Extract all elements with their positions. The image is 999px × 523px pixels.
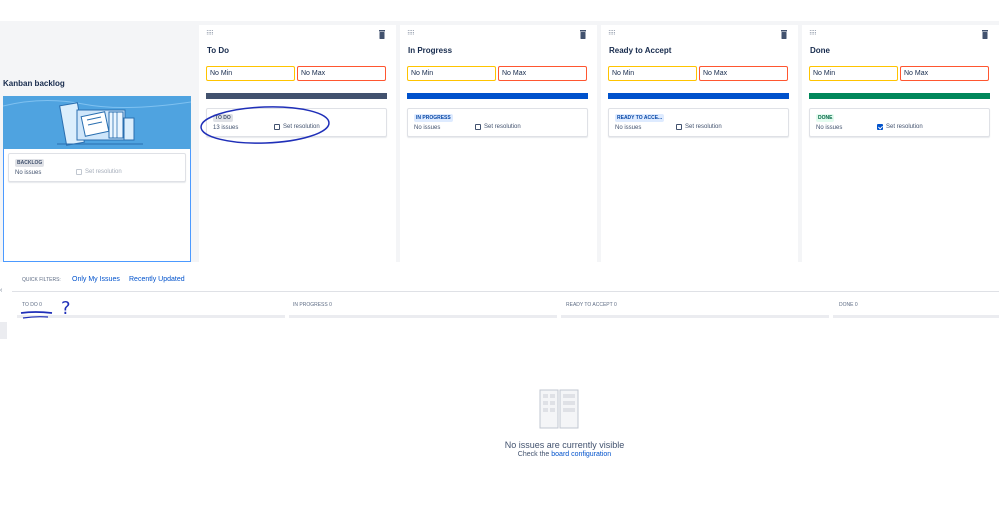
resolution-label: Set resolution: [685, 124, 722, 130]
resolution-checkbox[interactable]: [274, 124, 280, 130]
resolution-checkbox[interactable]: [877, 124, 883, 130]
chevron-left-icon[interactable]: ‹: [0, 287, 2, 294]
status-card-done[interactable]: DONE No issues Set resolution: [809, 108, 990, 137]
drag-handle-icon[interactable]: ⠿⠿: [809, 30, 817, 37]
status-lozenge: TO DO: [213, 114, 233, 122]
max-limit-field[interactable]: No Max: [699, 66, 788, 81]
backlog-issues-count: No issues: [15, 170, 42, 176]
column-title: Done: [810, 46, 830, 55]
status-lozenge: READY TO ACCE...: [615, 114, 665, 122]
status-color-bar: [407, 93, 588, 99]
column-underline: [561, 315, 829, 318]
drag-handle-icon[interactable]: ⠿⠿: [407, 30, 415, 37]
board-column-header-ready-to-accept: READY TO ACCEPT 0: [566, 302, 617, 308]
status-card-todo[interactable]: TO DO 13 issues Set resolution: [206, 108, 387, 137]
max-limit-field[interactable]: No Max: [297, 66, 386, 81]
column-todo[interactable]: ⠿⠿ To Do No Min No Max TO DO 13 issues S…: [199, 25, 396, 262]
issues-count: No issues: [615, 125, 642, 131]
column-underline: [833, 315, 999, 318]
quick-filter-only-my-issues[interactable]: Only My Issues: [72, 276, 120, 283]
backlog-resolution-label: Set resolution: [85, 169, 122, 175]
quick-filter-recently-updated[interactable]: Recently Updated: [129, 276, 185, 283]
backlog-resolution-checkbox: [76, 169, 82, 175]
status-color-bar: [809, 93, 990, 99]
max-limit-field[interactable]: No Max: [498, 66, 587, 81]
status-lozenge: IN PROGRESS: [414, 114, 453, 122]
issues-count: No issues: [816, 125, 843, 131]
trash-icon[interactable]: [780, 30, 788, 39]
empty-state-prefix: Check the: [517, 451, 550, 458]
trash-icon[interactable]: [378, 30, 386, 39]
left-rail: [0, 262, 12, 523]
column-in-progress[interactable]: ⠿⠿ In Progress No Min No Max IN PROGRESS…: [400, 25, 597, 262]
min-limit-field[interactable]: No Min: [608, 66, 697, 81]
sidebar-toggle-tab[interactable]: [0, 322, 7, 339]
board-configuration-link[interactable]: board configuration: [551, 451, 611, 458]
drag-handle-icon[interactable]: ⠿⠿: [206, 30, 214, 37]
set-resolution[interactable]: Set resolution: [274, 124, 320, 130]
top-strip: [0, 0, 999, 21]
status-lozenge: DONE: [816, 114, 835, 122]
issues-count: 13 issues: [213, 125, 239, 131]
backlog-resolution: Set resolution: [76, 169, 122, 175]
resolution-checkbox[interactable]: [676, 124, 682, 130]
min-limit-field[interactable]: No Min: [407, 66, 496, 81]
column-ready-to-accept[interactable]: ⠿⠿ Ready to Accept No Min No Max READY T…: [601, 25, 798, 262]
board-column-header-todo: TO DO 0: [22, 302, 42, 308]
set-resolution[interactable]: Set resolution: [676, 124, 722, 130]
min-limit-field[interactable]: No Min: [206, 66, 295, 81]
max-limit-field[interactable]: No Max: [900, 66, 989, 81]
empty-state-subtitle: Check the board configuration: [0, 451, 999, 458]
min-limit-field[interactable]: No Min: [809, 66, 898, 81]
trash-icon[interactable]: [981, 30, 989, 39]
backlog-title: Kanban backlog: [3, 79, 65, 88]
trash-icon[interactable]: [579, 30, 587, 39]
column-title: To Do: [207, 46, 230, 55]
quick-filters-label: QUICK FILTERS:: [22, 277, 61, 283]
backlog-illustration: [3, 96, 191, 149]
column-done[interactable]: ⠿⠿ Done No Min No Max DONE No issues Set…: [802, 25, 999, 262]
column-title: In Progress: [408, 46, 453, 55]
backlog-status-card[interactable]: BACKLOG No issues Set resolution: [8, 153, 186, 182]
resolution-label: Set resolution: [283, 124, 320, 130]
drag-handle-icon[interactable]: ⠿⠿: [608, 30, 616, 37]
status-card-ready-to-accept[interactable]: READY TO ACCE... No issues Set resolutio…: [608, 108, 789, 137]
issues-count: No issues: [414, 125, 441, 131]
status-card-in-progress[interactable]: IN PROGRESS No issues Set resolution: [407, 108, 588, 137]
column-underline: [17, 315, 285, 318]
resolution-label: Set resolution: [886, 124, 923, 130]
status-color-bar: [608, 93, 789, 99]
column-underline: [289, 315, 557, 318]
board-column-header-in-progress: IN PROGRESS 0: [293, 302, 332, 308]
status-color-bar: [206, 93, 387, 99]
annotation-question-mark: ?: [61, 298, 71, 319]
column-title: Ready to Accept: [609, 46, 672, 55]
set-resolution[interactable]: Set resolution: [475, 124, 521, 130]
empty-board-icon: [539, 389, 579, 429]
resolution-label: Set resolution: [484, 124, 521, 130]
set-resolution[interactable]: Set resolution: [877, 124, 923, 130]
board-column-header-done: DONE 0: [839, 302, 858, 308]
resolution-checkbox[interactable]: [475, 124, 481, 130]
divider: [12, 291, 999, 292]
empty-state-title: No issues are currently visible: [504, 440, 625, 450]
backlog-lozenge: BACKLOG: [15, 159, 45, 167]
